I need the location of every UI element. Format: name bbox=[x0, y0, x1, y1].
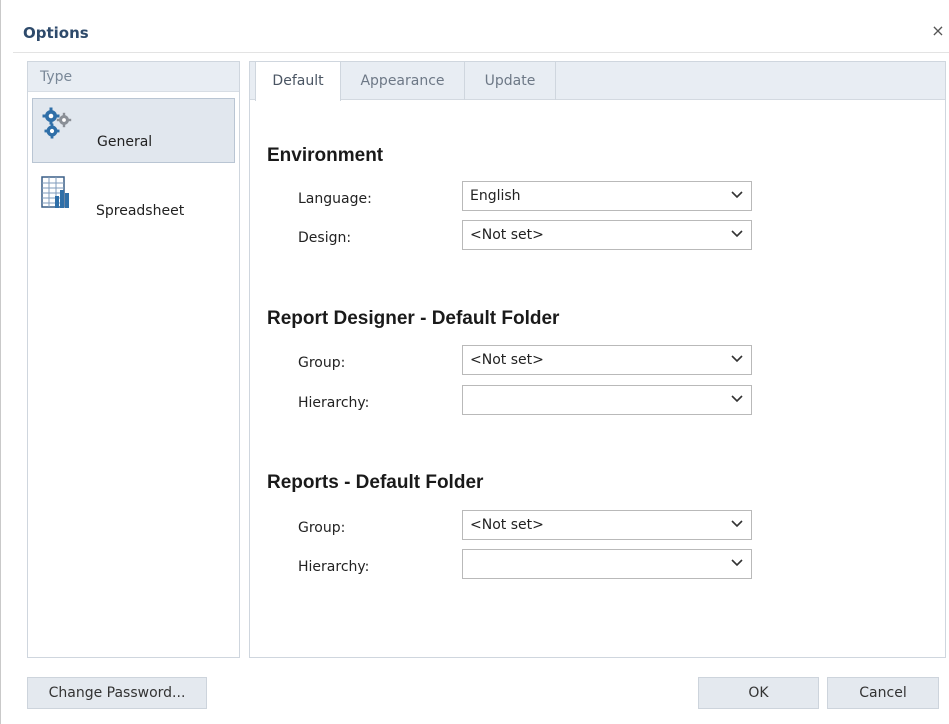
type-item-general-label: General bbox=[97, 134, 153, 150]
type-item-general[interactable]: General bbox=[32, 98, 235, 163]
chevron-down-icon[interactable] bbox=[723, 511, 751, 539]
close-icon[interactable]: × bbox=[929, 22, 947, 40]
gears-icon bbox=[41, 107, 73, 139]
content-panel: Default Appearance Update Environment La… bbox=[249, 61, 946, 658]
ok-button[interactable]: OK bbox=[698, 677, 819, 709]
language-select-value: English bbox=[470, 188, 521, 204]
language-label: Language: bbox=[298, 191, 372, 207]
cancel-button[interactable]: Cancel bbox=[827, 677, 939, 709]
reports-group-value: <Not set> bbox=[470, 517, 544, 533]
report-designer-group-select[interactable]: <Not set> bbox=[462, 345, 752, 375]
tab-update[interactable]: Update bbox=[465, 62, 556, 100]
type-item-spreadsheet-label: Spreadsheet bbox=[96, 203, 185, 219]
design-select-value: <Not set> bbox=[470, 227, 544, 243]
spreadsheet-chart-icon bbox=[40, 176, 72, 208]
reports-hierarchy-select[interactable] bbox=[462, 549, 752, 579]
tab-appearance[interactable]: Appearance bbox=[341, 62, 465, 100]
chevron-down-icon[interactable] bbox=[723, 550, 751, 578]
report-designer-hierarchy-label: Hierarchy: bbox=[298, 395, 370, 411]
chevron-down-icon[interactable] bbox=[723, 386, 751, 414]
type-item-spreadsheet[interactable]: Spreadsheet bbox=[32, 168, 235, 233]
type-panel: Type General Spreadsheet bbox=[27, 61, 240, 658]
type-panel-header: Type bbox=[28, 62, 239, 92]
reports-group-select[interactable]: <Not set> bbox=[462, 510, 752, 540]
report-designer-group-label: Group: bbox=[298, 355, 346, 371]
tab-bar: Default Appearance Update bbox=[250, 62, 945, 101]
change-password-button[interactable]: Change Password... bbox=[27, 677, 207, 709]
chevron-down-icon[interactable] bbox=[723, 221, 751, 249]
tab-default[interactable]: Default bbox=[255, 62, 341, 101]
section-heading-environment: Environment bbox=[267, 145, 384, 166]
language-select[interactable]: English bbox=[462, 181, 752, 211]
report-designer-hierarchy-select[interactable] bbox=[462, 385, 752, 415]
reports-group-label: Group: bbox=[298, 520, 346, 536]
options-dialog: Options × Type General Spreadsheet Defau… bbox=[0, 0, 949, 724]
reports-hierarchy-label: Hierarchy: bbox=[298, 559, 370, 575]
title-divider bbox=[13, 52, 949, 53]
section-heading-report-designer: Report Designer - Default Folder bbox=[267, 308, 560, 329]
chevron-down-icon[interactable] bbox=[723, 182, 751, 210]
design-select[interactable]: <Not set> bbox=[462, 220, 752, 250]
report-designer-group-value: <Not set> bbox=[470, 352, 544, 368]
section-heading-reports: Reports - Default Folder bbox=[267, 472, 484, 493]
dialog-title: Options bbox=[23, 24, 89, 42]
design-label: Design: bbox=[298, 230, 352, 246]
chevron-down-icon[interactable] bbox=[723, 346, 751, 374]
